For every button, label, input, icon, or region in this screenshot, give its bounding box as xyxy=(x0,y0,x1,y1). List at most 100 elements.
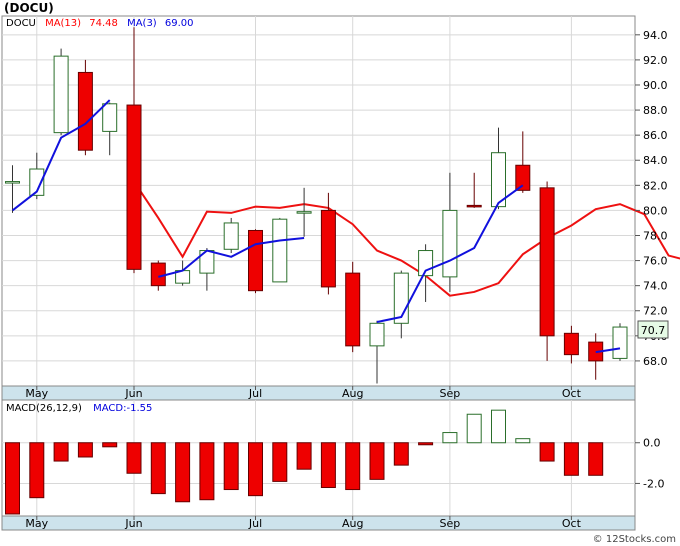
candle xyxy=(248,229,263,294)
candle-body xyxy=(515,164,531,191)
candle xyxy=(539,181,555,361)
last-price-badge: 70.7 xyxy=(637,320,669,339)
price-y-tick-label: 74.0 xyxy=(643,280,668,293)
macd-bar xyxy=(345,442,361,491)
ticker-title: (DOCU) xyxy=(4,1,54,15)
price-x-tick-label: Jul xyxy=(248,387,262,400)
macd-bar xyxy=(588,442,604,476)
macd-panel: 0.0 -2.0 MACD(26,12,9) MACD:-1.55 May Jun J… xyxy=(1,399,664,531)
legend-line: DOCU MA(13) 74.48 MA(3) 69.00 xyxy=(6,18,194,29)
macd-y-tick-label: -2.0 xyxy=(643,477,664,490)
macd-bar xyxy=(29,442,45,499)
macd-y-tick-label: 0.0 xyxy=(643,437,661,450)
macd-label: MACD(26,12,9) MACD:-1.55 xyxy=(6,403,152,414)
macd-x-axis-band xyxy=(1,515,636,531)
candle xyxy=(345,261,361,353)
price-x-tick-label: Oct xyxy=(562,387,582,400)
macd-x-tick-label: Sep xyxy=(440,517,461,530)
price-x-tick-label: Aug xyxy=(342,387,363,400)
macd-bar xyxy=(296,442,312,470)
price-x-axis-band xyxy=(1,385,636,401)
macd-y-axis: 0.0 -2.0 xyxy=(635,437,664,490)
legend-ma13: MA(13) xyxy=(45,18,81,29)
candle-body xyxy=(248,229,263,292)
macd-x-tick-label: Jul xyxy=(248,517,262,530)
macd-title: MACD(26,12,9) xyxy=(6,403,82,414)
legend-ma13-value: 74.48 xyxy=(89,18,118,29)
candle-body xyxy=(150,262,166,287)
candle-body xyxy=(272,218,288,283)
macd-x-tick-label: Jun xyxy=(124,517,142,530)
candle-body xyxy=(345,272,361,347)
macd-bar xyxy=(418,442,434,446)
candle-body xyxy=(369,322,385,347)
candle-body xyxy=(126,104,142,270)
macd-bar xyxy=(466,413,482,444)
candle-body xyxy=(320,209,336,288)
price-y-axis: 68.070.072.074.076.078.080.082.084.086.0… xyxy=(635,29,668,368)
macd-bar xyxy=(393,442,409,466)
price-x-tick-label: May xyxy=(25,387,48,400)
macd-bar xyxy=(199,442,215,501)
price-panel: 68.070.072.074.076.078.080.082.084.086.0… xyxy=(1,15,680,401)
candle-body xyxy=(466,204,482,208)
candle-body xyxy=(53,55,69,134)
chart-header: (DOCU) DOCU MA(13) 74.48 MA(3) 69.00 xyxy=(4,1,194,29)
candle xyxy=(612,323,628,361)
price-y-tick-label: 90.0 xyxy=(643,79,668,92)
macd-x-tick-label: May xyxy=(25,517,48,530)
legend-ma3: MA(3) xyxy=(127,18,157,29)
price-y-tick-label: 76.0 xyxy=(643,255,668,268)
macd-bar xyxy=(223,442,239,491)
macd-bar xyxy=(563,442,579,476)
macd-bar xyxy=(320,442,336,489)
stock-chart: 68.070.072.074.076.078.080.082.084.086.0… xyxy=(1,1,680,545)
macd-bar xyxy=(175,442,191,503)
macd-bar xyxy=(126,442,142,474)
price-y-tick-label: 92.0 xyxy=(643,54,668,67)
candle-body xyxy=(612,326,628,359)
candle xyxy=(272,217,288,283)
macd-bar xyxy=(272,442,288,482)
macd-bar xyxy=(248,442,263,497)
candle-body xyxy=(563,332,579,356)
candle xyxy=(77,59,93,156)
price-y-tick-label: 68.0 xyxy=(643,355,668,368)
macd-bar xyxy=(102,442,118,448)
price-y-tick-label: 84.0 xyxy=(643,154,668,167)
price-x-tick-label: Sep xyxy=(440,387,461,400)
macd-bar xyxy=(53,442,69,462)
macd-bar xyxy=(150,442,166,495)
price-y-tick-label: 78.0 xyxy=(643,229,668,242)
macd-bar xyxy=(442,432,458,444)
price-y-tick-label: 72.0 xyxy=(643,305,668,318)
candle-body xyxy=(296,211,312,214)
macd-bar xyxy=(539,442,555,462)
price-y-tick-label: 80.0 xyxy=(643,204,668,217)
candle xyxy=(223,217,239,254)
price-y-tick-label: 88.0 xyxy=(643,104,668,117)
macd-bar xyxy=(5,442,20,515)
price-y-tick-label: 82.0 xyxy=(643,179,668,192)
candle-body xyxy=(539,187,555,337)
macd-x-tick-label: Aug xyxy=(342,517,363,530)
macd-x-tick-label: Oct xyxy=(562,517,582,530)
macd-value: MACD:-1.55 xyxy=(93,403,152,414)
candle-body xyxy=(102,103,118,132)
macd-bar xyxy=(515,438,531,444)
candle-body xyxy=(442,209,458,278)
legend-ma3-value: 69.00 xyxy=(165,18,194,29)
candle xyxy=(53,48,69,136)
legend-docu: DOCU xyxy=(6,18,36,29)
candle-body xyxy=(5,181,20,184)
last-price-label: 70.7 xyxy=(641,324,666,337)
credit-text: © 12Stocks.com xyxy=(593,534,676,545)
price-x-tick-label: Jun xyxy=(124,387,142,400)
candle-body xyxy=(223,222,239,250)
candle-body xyxy=(77,71,93,151)
macd-bar xyxy=(77,442,93,458)
macd-bar xyxy=(491,409,506,444)
price-y-tick-label: 94.0 xyxy=(643,29,668,42)
price-y-tick-label: 86.0 xyxy=(643,129,668,142)
macd-bar xyxy=(369,442,385,480)
